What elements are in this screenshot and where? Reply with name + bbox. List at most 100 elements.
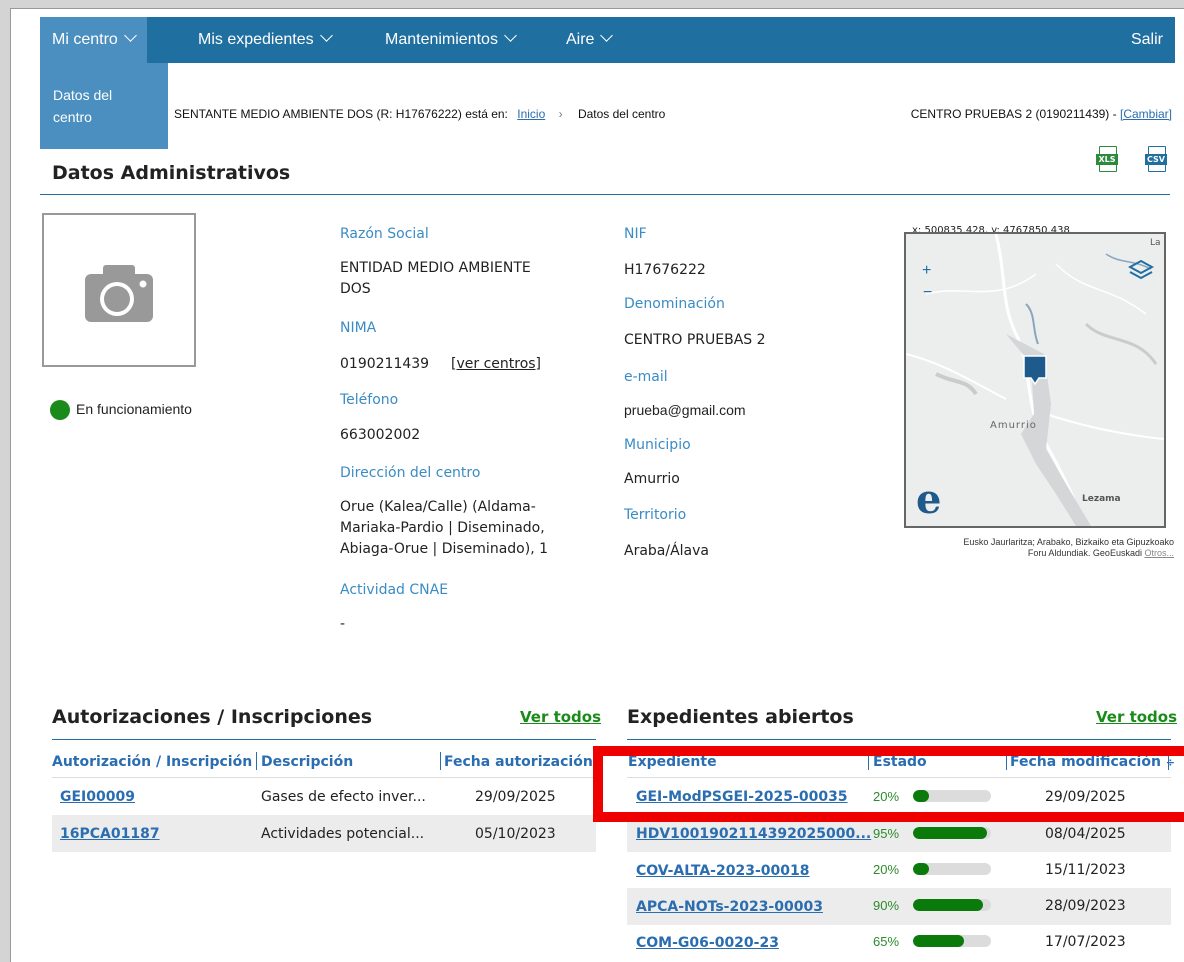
autorizacion-desc: Gases de efecto inver... (261, 789, 426, 805)
attribution-line2: Foru Aldundiak. GeoEuskadi (1027, 548, 1142, 558)
autorizacion-link[interactable]: GEI00009 (60, 789, 135, 805)
autorizaciones-ver-todos-link[interactable]: Ver todos (520, 708, 601, 726)
municipio-value: Amurrio (624, 471, 680, 487)
xls-label: XLS (1096, 154, 1118, 165)
map-town-label-2: Lezama (1082, 494, 1121, 504)
nav-mis-expedientes[interactable]: Mis expedientes (186, 17, 343, 63)
expedientes-divider (627, 739, 1171, 740)
nav-label: Mi centro (52, 31, 118, 48)
expediente-link[interactable]: APCA-NOTs-2023-00003 (636, 899, 823, 915)
razon-social-label: Razón Social (340, 226, 429, 242)
direccion-line3: Abiaga-Orue | Diseminado), 1 (340, 541, 548, 557)
center-photo-placeholder (42, 213, 196, 367)
breadcrumb-separator: › (558, 107, 563, 121)
status-indicator (50, 400, 70, 420)
direccion-label: Dirección del centro (340, 465, 481, 481)
location-map[interactable]: + − La Amurrio Lezama e (904, 232, 1166, 528)
razon-social-line2: DOS (340, 281, 371, 297)
autorizaciones-divider (52, 739, 596, 740)
expediente-link[interactable]: HDV1001902114392025000... (636, 826, 871, 842)
progress-percent: 65% (873, 934, 900, 949)
zoom-out-button[interactable]: − (923, 284, 932, 302)
territorio-label: Territorio (624, 507, 687, 523)
progress-percent: 20% (873, 862, 900, 877)
expediente-date: 28/09/2023 (1045, 898, 1126, 914)
cnae-label: Actividad CNAE (340, 582, 449, 598)
progress-percent: 90% (873, 898, 900, 913)
map-attribution: Eusko Jaurlaritza; Arabako, Bizkaiko eta… (904, 537, 1174, 559)
euskadi-logo: e (916, 476, 942, 523)
center-selector: CENTRO PRUEBAS 2 (0190211439) - [Cambiar… (911, 107, 1172, 121)
csv-export-icon[interactable]: CSV (1145, 146, 1167, 172)
attribution-others-link[interactable]: Otros... (1144, 548, 1174, 558)
chevron-down-icon (319, 29, 333, 42)
nav-label: Mantenimientos (385, 31, 498, 48)
progress-fill (913, 863, 929, 875)
breadcrumb: SENTANTE MEDIO AMBIENTE DOS (R: H1767622… (174, 107, 665, 121)
autorizacion-date: 05/10/2023 (475, 826, 556, 842)
section-divider (40, 194, 1170, 195)
autorizacion-desc: Actividades potencial... (261, 826, 425, 842)
map-town-label: Amurrio (990, 420, 1037, 431)
progress-bar (913, 899, 991, 911)
progress-fill (913, 935, 964, 947)
expediente-link[interactable]: COM-G06-0020-23 (636, 935, 779, 951)
email-value: prueba@gmail.com (624, 402, 746, 418)
progress-fill (913, 827, 988, 839)
breadcrumb-home-link[interactable]: Inicio (517, 107, 545, 121)
nav-mantenimientos[interactable]: Mantenimientos (373, 17, 527, 63)
submenu-label: Datos del centro (53, 87, 113, 125)
autorizacion-link[interactable]: 16PCA01187 (60, 826, 160, 842)
section-title: Datos Administrativos (52, 162, 291, 184)
expediente-date: 08/04/2025 (1045, 826, 1126, 842)
attribution-line1: Eusko Jaurlaritza; Arabako, Bizkaiko eta… (963, 537, 1174, 547)
col-separator (256, 752, 257, 770)
direccion-line2: Mariaka-Pardio | Diseminado, (340, 520, 545, 536)
status-text: En funcionamiento (76, 401, 192, 417)
map-corner-text: La (1150, 238, 1161, 248)
nima-label: NIMA (340, 320, 377, 336)
col-descripcion[interactable]: Descripción (261, 754, 353, 770)
chevron-down-icon (600, 29, 614, 42)
logout-link[interactable]: Salir (1119, 17, 1175, 63)
camera-icon (85, 265, 153, 322)
nav-aire[interactable]: Aire (554, 17, 623, 63)
territorio-value: Araba/Álava (624, 543, 710, 559)
map-marker-icon[interactable] (1022, 354, 1048, 386)
expedientes-title: Expedientes abiertos (627, 706, 854, 728)
chevron-down-icon (504, 29, 517, 42)
autorizaciones-title: Autorizaciones / Inscripciones (52, 706, 373, 728)
main-nav: Mi centro Mis expedientes Mantenimientos… (40, 17, 1175, 63)
denominacion-value: CENTRO PRUEBAS 2 (624, 332, 766, 348)
progress-bar (913, 935, 991, 947)
submenu-datos-del-centro[interactable]: Datos del centro (40, 63, 168, 149)
layers-icon[interactable] (1127, 258, 1155, 288)
direccion-line1: Orue (Kalea/Calle) (Aldama- (340, 499, 536, 515)
csv-label: CSV (1145, 154, 1167, 165)
highlight-box (593, 746, 1184, 822)
nif-value: H17676222 (624, 262, 706, 278)
progress-percent: 95% (873, 826, 900, 841)
col-fecha-autorizacion[interactable]: Fecha autorización (444, 754, 593, 770)
nif-label: NIF (624, 226, 647, 242)
ver-centros-link[interactable]: [ver centros] (451, 354, 541, 375)
telefono-value: 663002002 (340, 427, 421, 443)
col-autorizacion[interactable]: Autorización / Inscripción (52, 754, 252, 770)
progress-fill (913, 899, 984, 911)
zoom-in-button[interactable]: + (922, 262, 931, 280)
expedientes-ver-todos-link[interactable]: Ver todos (1096, 708, 1177, 726)
nav-label: Aire (566, 31, 595, 48)
progress-bar (913, 827, 991, 839)
expediente-link[interactable]: COV-ALTA-2023-00018 (636, 863, 809, 879)
nav-label: Mis expedientes (198, 31, 314, 48)
razon-social-line1: ENTIDAD MEDIO AMBIENTE (340, 260, 531, 276)
current-center: CENTRO PRUEBAS 2 (0190211439) - (910, 107, 1117, 121)
change-center-link[interactable]: [Cambiar] (1120, 107, 1172, 121)
telefono-label: Teléfono (340, 392, 399, 408)
nima-value: 0190211439 (340, 356, 430, 372)
chevron-down-icon (123, 29, 137, 42)
breadcrumb-current: Datos del centro (577, 107, 666, 121)
user-text: SENTANTE MEDIO AMBIENTE DOS (R: H1767622… (174, 107, 508, 121)
nav-mi-centro[interactable]: Mi centro (40, 17, 147, 63)
xls-export-icon[interactable]: XLS (1096, 146, 1118, 172)
